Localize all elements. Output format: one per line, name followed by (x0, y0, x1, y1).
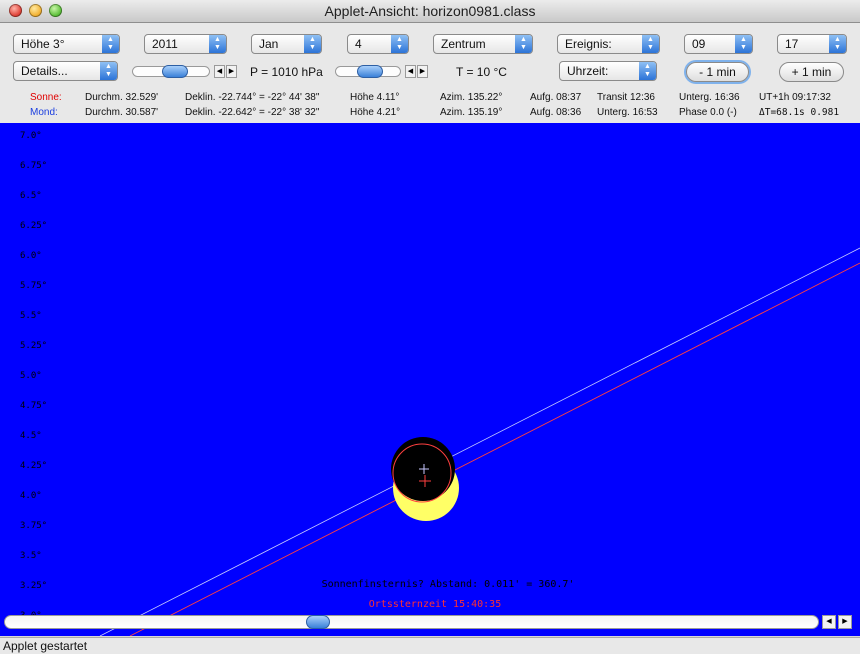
sun-rise: Aufg. 08:37 (530, 92, 582, 103)
altitude-tick-label: 3.25° (20, 581, 47, 591)
month-select-value: Jan (259, 37, 279, 51)
chevron-updown-icon: ▲ ▼ (102, 35, 119, 53)
details-select[interactable]: Details... ▲ ▼ (13, 61, 118, 81)
temperature-label: T = 10 °C (456, 65, 507, 79)
center-select[interactable]: Zentrum ▲ ▼ (433, 34, 533, 54)
minute-select-value: 17 (785, 37, 799, 51)
sky-drawing: 7.0° 6.75° 6.5° 6.25° 6.0° 5.75° 5.5° 5.25° 5.0°… (20, 131, 860, 636)
year-select-value: 2011 (152, 37, 178, 51)
pressure-slider-thumb[interactable] (162, 65, 188, 78)
sun-transit: Transit 12:36 (597, 92, 655, 103)
altitude-tick-label: 4.25° (20, 461, 47, 471)
sun-altitude: Höhe 4.11° (350, 92, 400, 103)
moon-set: Unterg. 16:53 (597, 107, 658, 118)
plus-minute-button[interactable]: + 1 min (779, 62, 844, 82)
chevron-updown-icon: ▲ ▼ (209, 35, 226, 53)
altitude-tick-label: 6.0° (20, 251, 42, 261)
pressure-label: P = 1010 hPa (250, 65, 323, 79)
sun-diameter: Durchm. 32.529' (85, 92, 159, 103)
pressure-slider[interactable]: ◀ ▶ (132, 64, 240, 80)
sun-declination: Deklin. -22.744° = -22° 44' 38" (185, 92, 320, 103)
altitude-tick-label: 5.75° (20, 281, 47, 291)
moon-path-line (99, 247, 860, 636)
minus-minute-button[interactable]: - 1 min (686, 62, 749, 82)
moon-diameter: Durchm. 30.587' (85, 107, 159, 118)
event-select[interactable]: Ereignis: ▲ ▼ (557, 34, 660, 54)
altitude-tick-label: 7.0° (20, 131, 42, 141)
chevron-updown-icon: ▲ ▼ (100, 62, 117, 80)
altitude-tick-label: 5.25° (20, 341, 47, 351)
arrow-left-icon[interactable]: ◀ (822, 615, 836, 629)
day-select-value: 4 (355, 37, 362, 51)
scrollbar-track[interactable] (4, 615, 819, 629)
control-panel: Höhe 3° ▲ ▼ 2011 ▲ ▼ Jan ▲ ▼ 4 ▲ ▼ Zentrum ▲ ▼ Ere… (0, 23, 860, 123)
arrow-right-icon[interactable]: ▶ (417, 65, 428, 78)
moon-phase: Phase 0.0 (-) (679, 107, 737, 118)
horizontal-scrollbar[interactable]: ◀ ▶ (4, 614, 854, 631)
altitude-tick-label: 4.0° (20, 491, 42, 501)
altitude-tick-label: 5.5° (20, 311, 42, 321)
altitude-tick-label: 6.5° (20, 191, 42, 201)
chevron-updown-icon: ▲ ▼ (642, 35, 659, 53)
moon-label: Mond: (30, 107, 58, 118)
window-title: Applet-Ansicht: horizon0981.class (324, 3, 536, 19)
chevron-updown-icon: ▲ ▼ (829, 35, 846, 53)
moon-rise: Aufg. 08:36 (530, 107, 582, 118)
status-bar: Applet gestartet (0, 637, 860, 654)
arrow-right-icon[interactable]: ▶ (838, 615, 852, 629)
day-select[interactable]: 4 ▲ ▼ (347, 34, 409, 54)
moon-azimuth: Azim. 135.19° (440, 107, 503, 118)
altitude-tick-label: 5.0° (20, 371, 42, 381)
eclipse-distance-text: Sonnenfinsternis? Abstand: 0.011' = 360.… (322, 579, 575, 590)
chevron-updown-icon: ▲ ▼ (391, 35, 408, 53)
altitude-tick-label: 6.75° (20, 161, 47, 171)
details-select-value: Details... (21, 64, 68, 78)
chevron-updown-icon: ▲ ▼ (515, 35, 532, 53)
sky-canvas[interactable]: 7.0° 6.75° 6.5° 6.25° 6.0° 5.75° 5.5° 5.25° 5.0°… (0, 123, 860, 636)
altitude-tick-label: 3.75° (20, 521, 47, 531)
scrollbar-thumb[interactable] (306, 615, 330, 629)
arrow-left-icon[interactable]: ◀ (405, 65, 416, 78)
sidereal-time-text: Ortssternzeit 15:40:35 (369, 599, 501, 610)
moon-altitude: Höhe 4.21° (350, 107, 401, 118)
altitude-tick-label: 3.5° (20, 551, 42, 561)
sun-label: Sonne: (30, 92, 62, 103)
hour-select[interactable]: 09 ▲ ▼ (684, 34, 753, 54)
temperature-slider[interactable]: ◀ ▶ (335, 64, 431, 80)
altitude-select-value: Höhe 3° (21, 37, 65, 51)
altitude-tick-label: 4.5° (20, 431, 42, 441)
chevron-updown-icon: ▲ ▼ (735, 35, 752, 53)
altitude-tick-label: 4.75° (20, 401, 47, 411)
altitude-select[interactable]: Höhe 3° ▲ ▼ (13, 34, 120, 54)
month-select[interactable]: Jan ▲ ▼ (251, 34, 322, 54)
sun-azimuth: Azim. 135.22° (440, 92, 503, 103)
time-mode-select[interactable]: Uhrzeit: ▲ ▼ (559, 61, 657, 81)
center-select-value: Zentrum (441, 37, 486, 51)
chevron-updown-icon: ▲ ▼ (304, 35, 321, 53)
moon-declination: Deklin. -22.642° = -22° 38' 32" (185, 107, 320, 118)
minute-select[interactable]: 17 ▲ ▼ (777, 34, 847, 54)
event-select-value: Ereignis: (565, 37, 612, 51)
time-mode-select-value: Uhrzeit: (567, 64, 609, 78)
window-titlebar: Applet-Ansicht: horizon0981.class (0, 0, 860, 23)
hour-select-value: 09 (692, 37, 706, 51)
temperature-slider-thumb[interactable] (357, 65, 383, 78)
year-select[interactable]: 2011 ▲ ▼ (144, 34, 227, 54)
altitude-tick-label: 6.25° (20, 221, 47, 231)
arrow-right-icon[interactable]: ▶ (226, 65, 237, 78)
universal-time: UT+1h 09:17:32 (759, 92, 831, 103)
chevron-updown-icon: ▲ ▼ (639, 62, 656, 80)
arrow-left-icon[interactable]: ◀ (214, 65, 225, 78)
sun-set: Unterg. 16:36 (679, 92, 740, 103)
delta-t: ΔT=68.1s 0.981 (759, 107, 840, 118)
